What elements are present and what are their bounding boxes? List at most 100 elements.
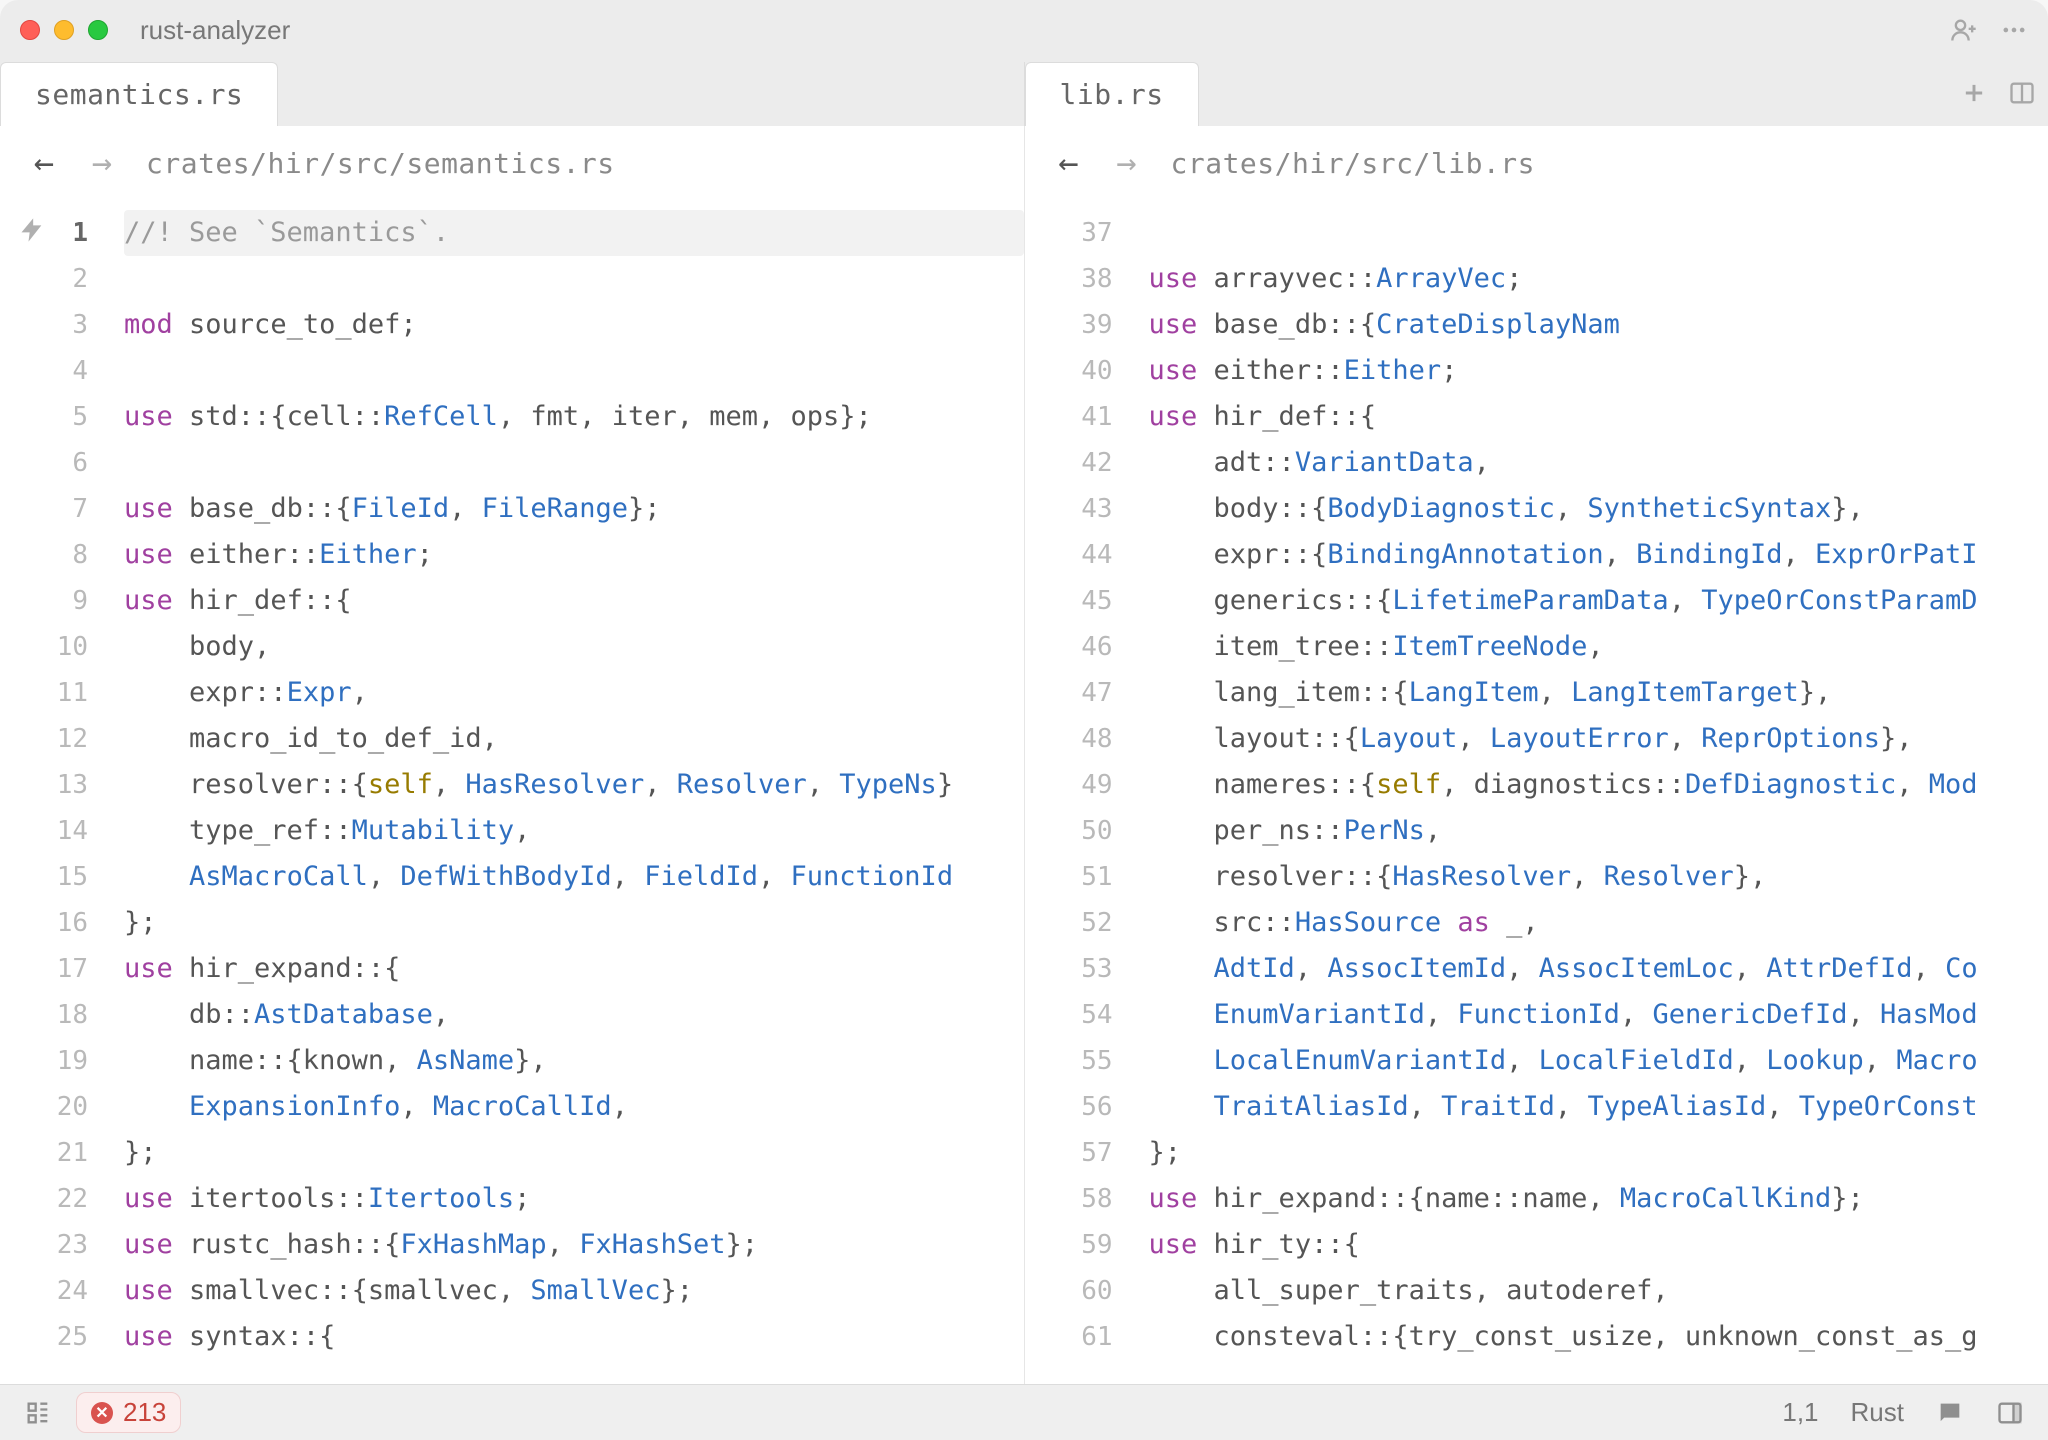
nav-forward-button[interactable]: →	[1113, 149, 1141, 177]
code-line[interactable]: use base_db::{CrateDisplayNam	[1149, 302, 2048, 348]
line-number: 7	[0, 486, 110, 532]
code-line[interactable]: };	[124, 1130, 1024, 1176]
line-number: 11	[0, 670, 110, 716]
tab-semantics[interactable]: semantics.rs	[0, 62, 278, 126]
feedback-icon[interactable]	[1936, 1399, 1964, 1427]
code-line[interactable]: body,	[124, 624, 1024, 670]
code-line[interactable]: mod source_to_def;	[124, 302, 1024, 348]
line-number: 23	[0, 1222, 110, 1268]
line-number: 5	[0, 394, 110, 440]
code-line[interactable]: TraitAliasId, TraitId, TypeAliasId, Type…	[1149, 1084, 2048, 1130]
close-window-button[interactable]	[20, 20, 40, 40]
code-line[interactable]: expr::{BindingAnnotation, BindingId, Exp…	[1149, 532, 2048, 578]
nav-back-button[interactable]: ←	[1055, 149, 1083, 177]
diagnostics-button[interactable]: ✕ 213	[76, 1392, 181, 1433]
code-line[interactable]	[124, 256, 1024, 302]
line-number: 45	[1025, 578, 1135, 624]
code-line[interactable]	[124, 348, 1024, 394]
code-line[interactable]: use arrayvec::ArrayVec;	[1149, 256, 2048, 302]
nav-back-button[interactable]: ←	[30, 149, 58, 177]
code-line[interactable]: all_super_traits, autoderef,	[1149, 1268, 2048, 1314]
line-number: 4	[0, 348, 110, 394]
language-mode[interactable]: Rust	[1851, 1397, 1904, 1428]
code-line[interactable]: use hir_def::{	[124, 578, 1024, 624]
line-number: 20	[0, 1084, 110, 1130]
code-line[interactable]: EnumVariantId, FunctionId, GenericDefId,…	[1149, 992, 2048, 1038]
code-line[interactable]: use hir_expand::{name::name, MacroCallKi…	[1149, 1176, 2048, 1222]
code-line[interactable]: use hir_expand::{	[124, 946, 1024, 992]
code-area[interactable]: //! See `Semantics`. mod source_to_def; …	[110, 200, 1024, 1384]
add-collaborator-icon[interactable]	[1950, 16, 1978, 44]
code-line[interactable]: use syntax::{	[124, 1314, 1024, 1360]
nav-forward-button[interactable]: →	[88, 149, 116, 177]
code-line[interactable]: resolver::{HasResolver, Resolver},	[1149, 854, 2048, 900]
code-line[interactable]: use hir_ty::{	[1149, 1222, 2048, 1268]
code-line[interactable]: db::AstDatabase,	[124, 992, 1024, 1038]
code-line[interactable]: };	[1149, 1130, 2048, 1176]
code-line[interactable]: generics::{LifetimeParamData, TypeOrCons…	[1149, 578, 2048, 624]
line-number: 9	[0, 578, 110, 624]
code-line[interactable]: lang_item::{LangItem, LangItemTarget},	[1149, 670, 2048, 716]
code-line[interactable]: use hir_def::{	[1149, 394, 2048, 440]
zoom-window-button[interactable]	[88, 20, 108, 40]
code-area[interactable]: use arrayvec::ArrayVec;use base_db::{Cra…	[1135, 200, 2048, 1384]
code-line[interactable]: item_tree::ItemTreeNode,	[1149, 624, 2048, 670]
code-line[interactable]: type_ref::Mutability,	[124, 808, 1024, 854]
line-number: 60	[1025, 1268, 1135, 1314]
code-line[interactable]: adt::VariantData,	[1149, 440, 2048, 486]
line-number: 6	[0, 440, 110, 486]
code-line[interactable]	[1149, 210, 2048, 256]
code-actions-icon[interactable]	[18, 216, 46, 244]
line-number: 16	[0, 900, 110, 946]
line-number: 43	[1025, 486, 1135, 532]
code-line[interactable]: resolver::{self, HasResolver, Resolver, …	[124, 762, 1024, 808]
code-line[interactable]: macro_id_to_def_id,	[124, 716, 1024, 762]
project-panel-icon[interactable]	[24, 1399, 52, 1427]
code-line[interactable]: consteval::{try_const_usize, unknown_con…	[1149, 1314, 2048, 1360]
code-line[interactable]: LocalEnumVariantId, LocalFieldId, Lookup…	[1149, 1038, 2048, 1084]
line-number: 49	[1025, 762, 1135, 808]
line-number: 38	[1025, 256, 1135, 302]
new-tab-icon[interactable]	[1960, 79, 1988, 107]
code-line[interactable]: AsMacroCall, DefWithBodyId, FieldId, Fun…	[124, 854, 1024, 900]
code-line[interactable]: name::{known, AsName},	[124, 1038, 1024, 1084]
code-line[interactable]: nameres::{self, diagnostics::DefDiagnost…	[1149, 762, 2048, 808]
code-line[interactable]: AdtId, AssocItemId, AssocItemLoc, AttrDe…	[1149, 946, 2048, 992]
code-line[interactable]: body::{BodyDiagnostic, SyntheticSyntax},	[1149, 486, 2048, 532]
code-line[interactable]: };	[124, 900, 1024, 946]
line-number: 39	[1025, 302, 1135, 348]
line-number: 56	[1025, 1084, 1135, 1130]
cursor-position[interactable]: 1,1	[1782, 1397, 1818, 1428]
code-line[interactable]: use either::Either;	[124, 532, 1024, 578]
more-icon[interactable]	[2000, 16, 2028, 44]
breadcrumb-path[interactable]: crates/hir/src/semantics.rs	[146, 147, 615, 180]
editor-pane-left: 1234567891011121314151617181920212223242…	[0, 200, 1025, 1384]
split-pane-icon[interactable]	[2008, 79, 2036, 107]
line-number: 52	[1025, 900, 1135, 946]
code-line[interactable]: src::HasSource as _,	[1149, 900, 2048, 946]
code-line[interactable]: ExpansionInfo, MacroCallId,	[124, 1084, 1024, 1130]
code-line[interactable]: //! See `Semantics`.	[124, 210, 1024, 256]
code-line[interactable]: use smallvec::{smallvec, SmallVec};	[124, 1268, 1024, 1314]
code-line[interactable]	[124, 440, 1024, 486]
line-number: 25	[0, 1314, 110, 1360]
line-number: 57	[1025, 1130, 1135, 1176]
minimize-window-button[interactable]	[54, 20, 74, 40]
code-line[interactable]: expr::Expr,	[124, 670, 1024, 716]
code-line[interactable]: use std::{cell::RefCell, fmt, iter, mem,…	[124, 394, 1024, 440]
line-number: 21	[0, 1130, 110, 1176]
line-number: 40	[1025, 348, 1135, 394]
tab-lib[interactable]: lib.rs	[1025, 62, 1199, 126]
code-line[interactable]: use rustc_hash::{FxHashMap, FxHashSet};	[124, 1222, 1024, 1268]
toggle-right-panel-icon[interactable]	[1996, 1399, 2024, 1427]
breadcrumb-row: ← → crates/hir/src/semantics.rs ← → crat…	[0, 126, 2048, 200]
code-line[interactable]: per_ns::PerNs,	[1149, 808, 2048, 854]
window-controls	[20, 20, 108, 40]
line-number: 12	[0, 716, 110, 762]
code-line[interactable]: layout::{Layout, LayoutError, ReprOption…	[1149, 716, 2048, 762]
editor-pane-right: 3738394041424344454647484950515253545556…	[1025, 200, 2048, 1384]
breadcrumb-path[interactable]: crates/hir/src/lib.rs	[1171, 147, 1536, 180]
code-line[interactable]: use either::Either;	[1149, 348, 2048, 394]
code-line[interactable]: use base_db::{FileId, FileRange};	[124, 486, 1024, 532]
code-line[interactable]: use itertools::Itertools;	[124, 1176, 1024, 1222]
